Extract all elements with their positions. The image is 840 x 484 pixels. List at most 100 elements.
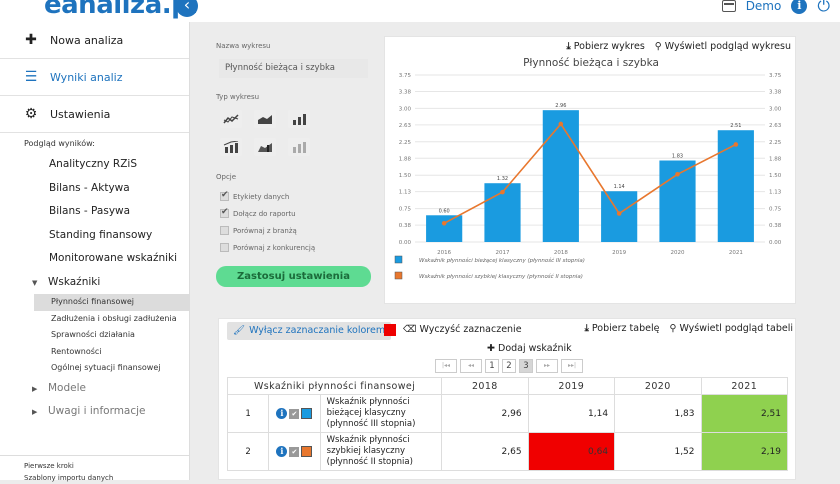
series-color-swatch[interactable] — [301, 446, 313, 457]
y-tick-label-right: 0.00 — [769, 240, 782, 246]
app-logo[interactable]: eanaliza.pl — [44, 0, 198, 20]
plus-icon: ✚ — [25, 32, 37, 48]
y-tick-label-right: 3.75 — [769, 73, 782, 79]
x-tick-label: 2017 — [496, 250, 510, 256]
bar-data-label: 0.60 — [439, 208, 450, 214]
sidebar-item-standing[interactable]: Standing finansowy — [0, 224, 189, 248]
first-steps-link[interactable]: Pierwsze kroki — [0, 460, 190, 472]
highlight-color-swatch[interactable] — [384, 324, 396, 336]
area-chart-type-button[interactable] — [254, 110, 276, 128]
bar-data-label: 2.96 — [555, 103, 566, 109]
sidebar-item-liabilities[interactable]: Bilans - Pasywa — [0, 200, 189, 224]
next-page-button[interactable]: ▸▸ — [536, 359, 558, 373]
x-tick-label: 2016 — [437, 250, 451, 256]
page-2-button[interactable]: 2 — [502, 359, 516, 373]
sidebar-subitem-general[interactable]: Ogólnej sytuacji finansowej — [0, 360, 189, 377]
sidebar-item-monitored[interactable]: Monitorowane wskaźniki — [0, 247, 189, 271]
table-actions: ⤓ Pobierz tabelę ⚲ Wyświetl podgląd tabe… — [585, 323, 793, 334]
sidebar-item-models[interactable]: ▶ Modele — [0, 377, 189, 401]
add-indicator-button[interactable]: ✚ Dodaj wskaźnik — [487, 343, 572, 354]
chart-panel: ⤓ Pobierz wykres ⚲ Wyświetl podgląd wykres… — [384, 36, 796, 304]
year-header: 2020 — [614, 377, 702, 395]
download-table-button[interactable]: ⤓ Pobierz tabelę — [585, 323, 660, 334]
calculator-icon[interactable] — [721, 0, 736, 12]
line-chart-icon — [223, 114, 239, 124]
chart-name-input[interactable] — [219, 59, 368, 78]
sidebar-item-label: Uwagi i informacje — [48, 405, 146, 417]
caret-down-icon: ▼ — [32, 278, 38, 287]
value-cell[interactable]: 2,51 — [700, 394, 789, 433]
line-chart-type-button[interactable] — [220, 110, 242, 128]
value-cell[interactable]: 1,83 — [614, 394, 702, 433]
y-tick-label-right: 0.75 — [769, 207, 782, 213]
last-page-button[interactable]: ▸▸| — [561, 359, 583, 373]
line-point — [616, 211, 622, 216]
checkbox-checked[interactable] — [220, 190, 229, 201]
toggle-color-marking-button[interactable]: 🖌 Wyłącz zaznaczanie kolorem — [227, 322, 392, 340]
checkbox-checked[interactable]: ✔ — [289, 408, 300, 419]
y-tick-label-left: 3.00 — [399, 106, 412, 112]
apply-settings-button[interactable]: Zastosuj ustawienia — [216, 266, 371, 287]
y-tick-label-left: 2.63 — [399, 123, 412, 129]
nav-analysis-results[interactable]: ☰ Wyniki analiz — [0, 59, 189, 96]
checkbox-checked[interactable]: ✔ — [289, 446, 300, 457]
page-1-button[interactable]: 1 — [485, 359, 499, 373]
line-point — [500, 189, 505, 195]
value-cell[interactable]: 0,64 — [527, 432, 616, 471]
checkbox-unchecked[interactable] — [220, 243, 229, 252]
checkbox-unchecked[interactable] — [220, 226, 229, 235]
series-color-swatch[interactable] — [301, 408, 313, 419]
info-icon[interactable]: i — [276, 446, 288, 457]
nav-label: Wyniki analiz — [50, 70, 123, 84]
y-tick-label-right: 2.25 — [769, 140, 782, 146]
y-tick-label-left: 1.50 — [399, 173, 412, 179]
include-in-report-checkbox[interactable]: Dołącz do raportu — [220, 207, 296, 218]
checkbox-checked[interactable] — [220, 207, 229, 218]
y-tick-label-right: 0.38 — [769, 223, 782, 229]
indicator-label: Wskaźnik płynności szybkiej klasyczny (p… — [319, 432, 443, 471]
nav-new-analysis[interactable]: ✚ Nowa analiza — [0, 22, 189, 59]
sidebar-item-assets[interactable]: Bilans - Aktywa — [0, 177, 189, 201]
x-tick-label: 2021 — [729, 250, 743, 256]
nav-label: Ustawienia — [50, 107, 111, 121]
sidebar-item-notes[interactable]: ▶ Uwagi i informacje — [0, 400, 189, 424]
bar-chart-type-button[interactable] — [288, 110, 310, 128]
value-cell[interactable]: 1,14 — [527, 394, 616, 433]
preview-table-button[interactable]: ⚲ Wyświetl podgląd tabeli — [669, 323, 793, 334]
liquidity-chart: 0.00 0.00 0.38 0.38 0.75 0.75 1.13 1.13 1.50 1.50… — [394, 73, 782, 280]
y-tick-label-left: 1.88 — [399, 156, 412, 162]
legend-label: Wskaźnik płynności szybkiej klasyczny (p… — [419, 273, 583, 280]
sidebar-subitem-liquidity[interactable]: Płynności finansowej — [34, 294, 190, 311]
x-tick-label: 2020 — [671, 250, 685, 256]
value-cell[interactable]: 2,19 — [700, 432, 789, 471]
demo-account-link[interactable]: Demo — [746, 0, 782, 13]
sidebar-subitem-profitability[interactable]: Rentowności — [0, 344, 189, 361]
bar-data-label: 2.51 — [730, 123, 741, 129]
area-bar-chart-type-button[interactable] — [254, 138, 276, 156]
indicators-table: Wskaźniki płynności finansowej 2018 2019… — [226, 377, 789, 471]
prev-page-button[interactable]: ◂◂ — [460, 359, 482, 373]
sidebar-item-indicators[interactable]: ▼ Wskaźniki — [0, 271, 189, 295]
compare-industry-checkbox[interactable]: Porównaj z branżą — [220, 226, 297, 235]
value-cell[interactable]: 2,96 — [441, 394, 529, 433]
sidebar-subitem-debt[interactable]: Zadłużenia i obsługi zadłużenia — [0, 311, 189, 328]
stacked-chart-type-button[interactable] — [288, 138, 310, 156]
caret-right-icon: ▶ — [32, 408, 38, 416]
value-cell[interactable]: 2,65 — [441, 432, 529, 471]
compare-competition-checkbox[interactable]: Porównaj z konkurencją — [220, 243, 315, 252]
clear-selection-button[interactable]: ⌫ Wyczyść zaznaczenie — [403, 324, 522, 335]
value-cell[interactable]: 1,52 — [614, 432, 702, 471]
first-page-button[interactable]: |◂◂ — [435, 359, 457, 373]
import-templates-link[interactable]: Szablony importu danych — [0, 472, 190, 484]
bar-line-chart-type-button[interactable] — [220, 138, 242, 156]
nav-settings[interactable]: ⚙ Ustawienia — [0, 96, 189, 133]
area-bar-chart-icon — [258, 143, 272, 152]
power-icon[interactable]: ⏻ — [817, 0, 830, 14]
y-tick-label-left: 3.38 — [399, 89, 412, 95]
sidebar-item-rzis[interactable]: Analityczny RZiS — [0, 153, 189, 177]
page-3-button[interactable]: 3 — [519, 359, 533, 373]
data-labels-checkbox[interactable]: Etykiety danych — [220, 190, 289, 201]
info-icon[interactable]: i — [791, 0, 808, 14]
info-icon[interactable]: i — [276, 408, 288, 419]
sidebar-subitem-efficiency[interactable]: Sprawności działania — [0, 327, 189, 344]
